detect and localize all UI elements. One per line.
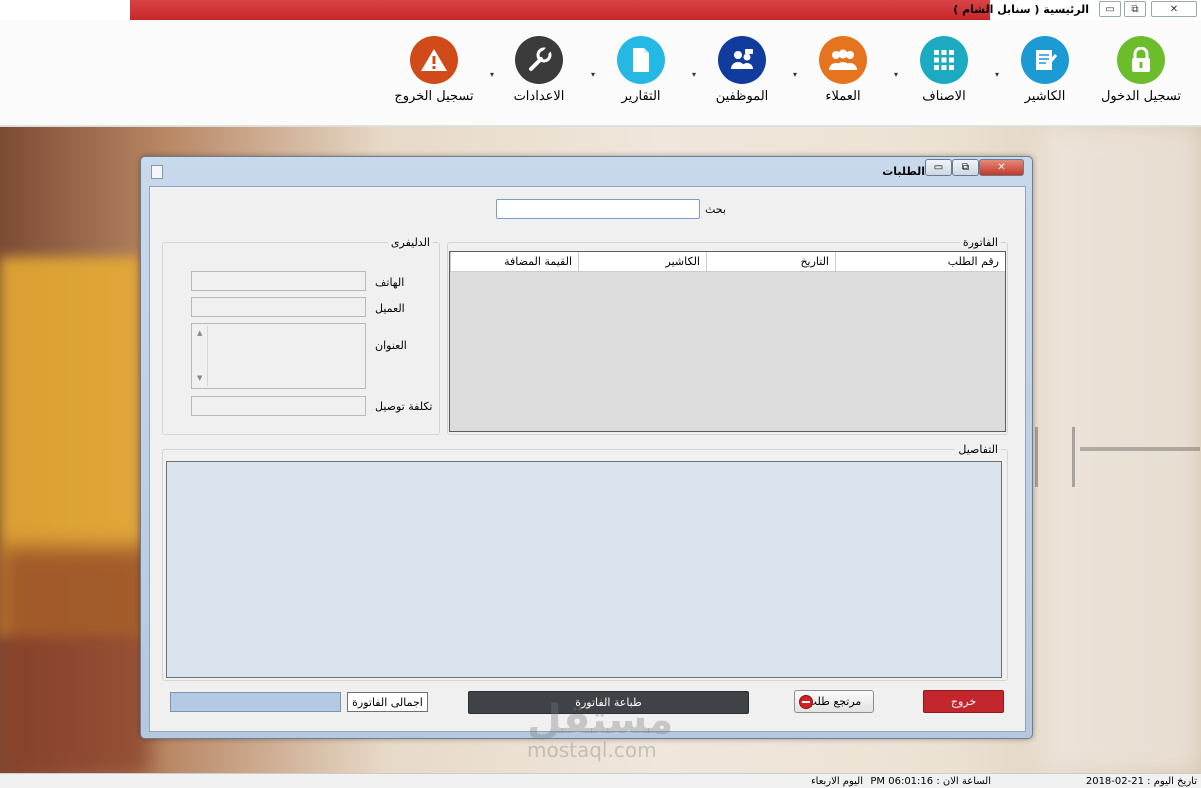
column-header-date[interactable]: التاريخ: [706, 252, 835, 272]
ribbon-login-button[interactable]: تسجيل الدخول: [1093, 36, 1189, 104]
minimize-icon: ▭: [933, 162, 944, 173]
ribbon-logout-label: تسجيل الخروج: [394, 89, 474, 104]
phone-label: الهاتف: [375, 276, 405, 289]
minimize-icon: ▭: [1105, 3, 1115, 15]
watermark-site: mostaql.com: [527, 738, 657, 762]
ribbon-logout-button[interactable]: تسجيل الخروج: [386, 36, 482, 104]
invoice-grid-header: رقم الطلب التاريخ الكاشير القيمة المضافة: [450, 252, 1005, 272]
watermark-logo: مستقل mostaql.com: [527, 700, 673, 760]
address-label: العنوان: [375, 339, 407, 352]
invoice-legend: الفاتورة: [959, 236, 1001, 249]
delivery-legend: الدليفرى: [387, 236, 433, 249]
exit-label: خروج: [950, 695, 977, 708]
ribbon-categories-label: الاصناف: [922, 89, 966, 104]
ribbon-reports-button[interactable]: التقارير: [593, 36, 689, 104]
invoice-total-label: اجمالى الفاتورة: [347, 692, 428, 712]
title-bar: الرئيسية ( سنابل الشام ) ▭ ⧉ ✕: [0, 0, 1201, 20]
title-bar-accent: [130, 0, 990, 20]
column-header-cashier[interactable]: الكاشير: [578, 252, 706, 272]
dialog-client-area: بحث الدليفرى الهاتف العميل العنوان ▲ ▼ ت…: [149, 186, 1026, 732]
column-header-order-number[interactable]: رقم الطلب: [835, 252, 1005, 272]
delivery-cost-field[interactable]: [191, 396, 366, 416]
invoice-total-field[interactable]: [170, 692, 341, 712]
scroll-up-icon[interactable]: ▲: [197, 329, 202, 337]
address-textarea[interactable]: ▲ ▼: [191, 323, 366, 389]
details-legend: التفاصيل: [955, 443, 1001, 456]
ribbon-toolbar: تسجيل الدخول ▾ الكاشير ▾ الاصناف ▾ العمل…: [0, 20, 1201, 126]
exit-button[interactable]: خروج: [923, 690, 1004, 713]
status-day: اليوم الاربعاء: [810, 776, 863, 787]
stop-icon: [799, 695, 813, 709]
warning-icon: [410, 36, 458, 84]
restore-icon: ⧉: [1131, 3, 1139, 15]
messenger-people-icon: [718, 36, 766, 84]
ribbon-reports-label: التقارير: [621, 89, 661, 104]
status-date: تاريخ اليوم : 21-02-2018: [1085, 776, 1197, 787]
document-edit-icon: [1021, 36, 1069, 84]
ribbon-employees-button[interactable]: الموظفين: [694, 36, 790, 104]
dialog-app-icon: [151, 165, 163, 179]
search-input[interactable]: [496, 199, 700, 219]
orders-dialog: الطلبات ▭ ⧉ ✕ بحث الدليفرى الهاتف العميل…: [140, 156, 1033, 739]
scroll-down-icon[interactable]: ▼: [197, 374, 202, 382]
file-icon: [617, 36, 665, 84]
close-icon: ✕: [997, 162, 1006, 173]
ribbon-settings-button[interactable]: الاعدادات: [491, 36, 587, 104]
ribbon-customers-label: العملاء: [825, 89, 861, 104]
dialog-minimize-button[interactable]: ▭: [925, 159, 952, 176]
search-label: بحث: [705, 203, 726, 216]
ribbon-cashier-label: الكاشير: [1024, 89, 1066, 104]
column-header-vat[interactable]: القيمة المضافة: [450, 252, 578, 272]
grid-icon: [920, 36, 968, 84]
dialog-close-button[interactable]: ✕: [979, 159, 1024, 176]
customer-field[interactable]: [191, 297, 366, 317]
return-order-label: مرتجع طلب: [806, 695, 862, 708]
watermark-brand: مستقل: [527, 697, 674, 743]
lock-icon: [1117, 36, 1165, 84]
close-icon: ✕: [1169, 3, 1179, 15]
return-order-button[interactable]: مرتجع طلب: [794, 690, 874, 713]
status-time: الساعة الان : PM 06:01:16: [870, 776, 991, 787]
ribbon-customers-button[interactable]: العملاء: [795, 36, 891, 104]
customer-label: العميل: [375, 302, 405, 315]
ribbon-employees-label: الموظفين: [715, 89, 769, 104]
ribbon-cashier-button[interactable]: الكاشير: [997, 36, 1093, 104]
close-button[interactable]: ✕: [1151, 1, 1197, 17]
phone-field[interactable]: [191, 271, 366, 291]
ribbon-login-label: تسجيل الدخول: [1100, 89, 1182, 104]
invoice-grid[interactable]: رقم الطلب التاريخ الكاشير القيمة المضافة: [449, 251, 1006, 432]
minimize-button[interactable]: ▭: [1099, 1, 1121, 17]
details-list[interactable]: [166, 461, 1002, 678]
dialog-maximize-button[interactable]: ⧉: [952, 159, 979, 176]
people-icon: [819, 36, 867, 84]
status-bar: تاريخ اليوم : 21-02-2018 الساعة الان : P…: [0, 773, 1201, 788]
wrench-icon: [515, 36, 563, 84]
maximize-icon: ⧉: [961, 162, 970, 173]
ribbon-settings-label: الاعدادات: [513, 89, 565, 104]
window-title: الرئيسية ( سنابل الشام ): [953, 3, 1089, 16]
ribbon-categories-button[interactable]: الاصناف: [896, 36, 992, 104]
delivery-cost-label: تكلفة توصيل: [375, 400, 433, 413]
dialog-title: الطلبات: [882, 165, 925, 178]
restore-button[interactable]: ⧉: [1124, 1, 1146, 17]
address-scrollbar[interactable]: ▲ ▼: [194, 326, 208, 386]
invoice-total-label-text: اجمالى الفاتورة: [352, 695, 423, 709]
